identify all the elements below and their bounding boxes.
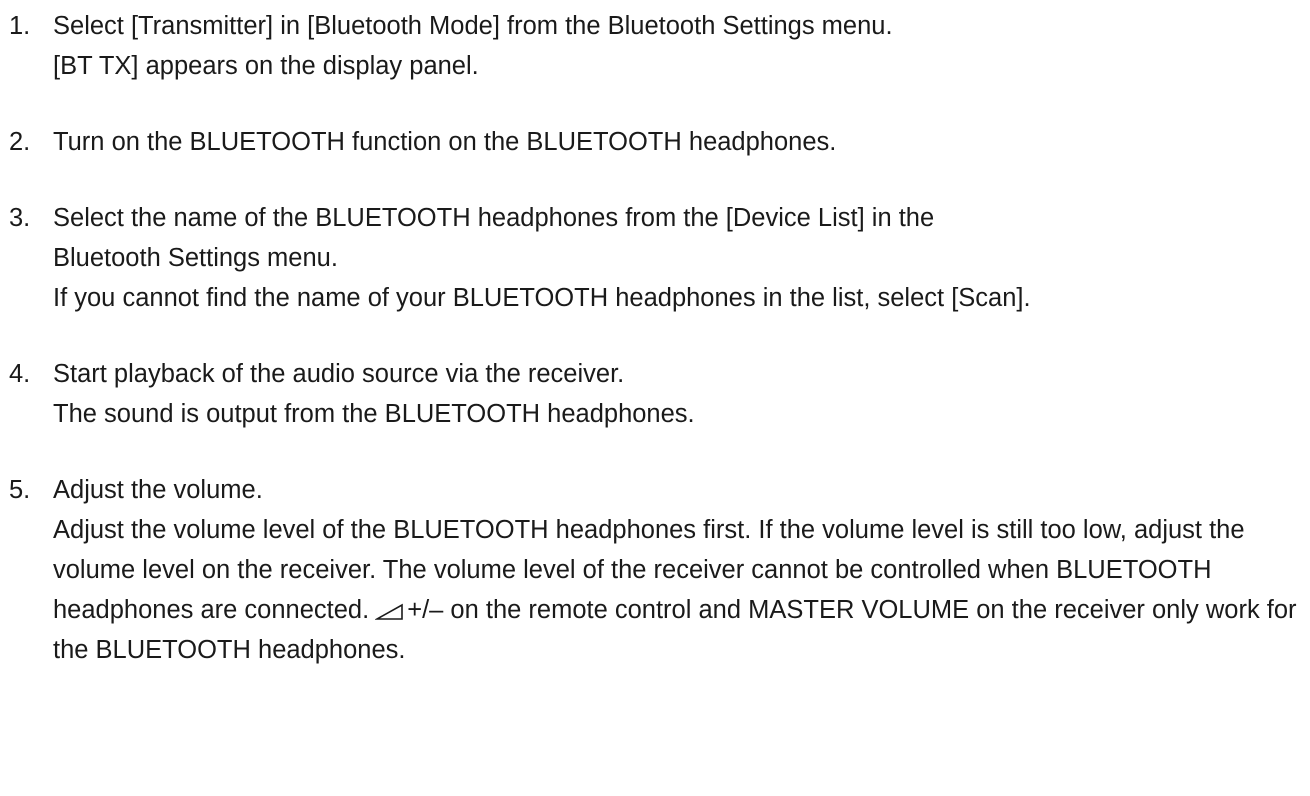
step-5: 5. Adjust the volume. Adjust the volume …	[0, 470, 1310, 670]
step-line: Select the name of the BLUETOOTH headpho…	[53, 204, 935, 232]
step-line: If you cannot find the name of your BLUE…	[53, 284, 1031, 312]
step-number: 1.	[9, 12, 31, 40]
step-3: 3. Select the name of the BLUETOOTH head…	[0, 198, 1310, 318]
step-line: The sound is output from the BLUETOOTH h…	[53, 400, 695, 428]
step-line: Select [Transmitter] in [Bluetooth Mode]…	[53, 12, 893, 40]
instruction-steps: 1. Select [Transmitter] in [Bluetooth Mo…	[0, 6, 1310, 706]
step-line: Bluetooth Settings menu.	[53, 244, 338, 272]
step-4: 4. Start playback of the audio source vi…	[0, 354, 1310, 434]
step-number: 3.	[9, 204, 31, 232]
step-number: 5.	[9, 476, 31, 504]
step-line: Start playback of the audio source via t…	[53, 360, 625, 388]
step-paragraph: Adjust the volume level of the BLUETOOTH…	[53, 510, 1310, 670]
step-2: 2. Turn on the BLUETOOTH function on the…	[0, 122, 1310, 162]
step-number: 2.	[9, 128, 31, 156]
volume-wedge-icon	[375, 603, 403, 620]
step-1: 1. Select [Transmitter] in [Bluetooth Mo…	[0, 6, 1310, 86]
step-heading: Adjust the volume.	[53, 476, 263, 504]
step-line: [BT TX] appears on the display panel.	[53, 52, 479, 80]
step-number: 4.	[9, 360, 31, 388]
step-line: Turn on the BLUETOOTH function on the BL…	[53, 128, 837, 156]
